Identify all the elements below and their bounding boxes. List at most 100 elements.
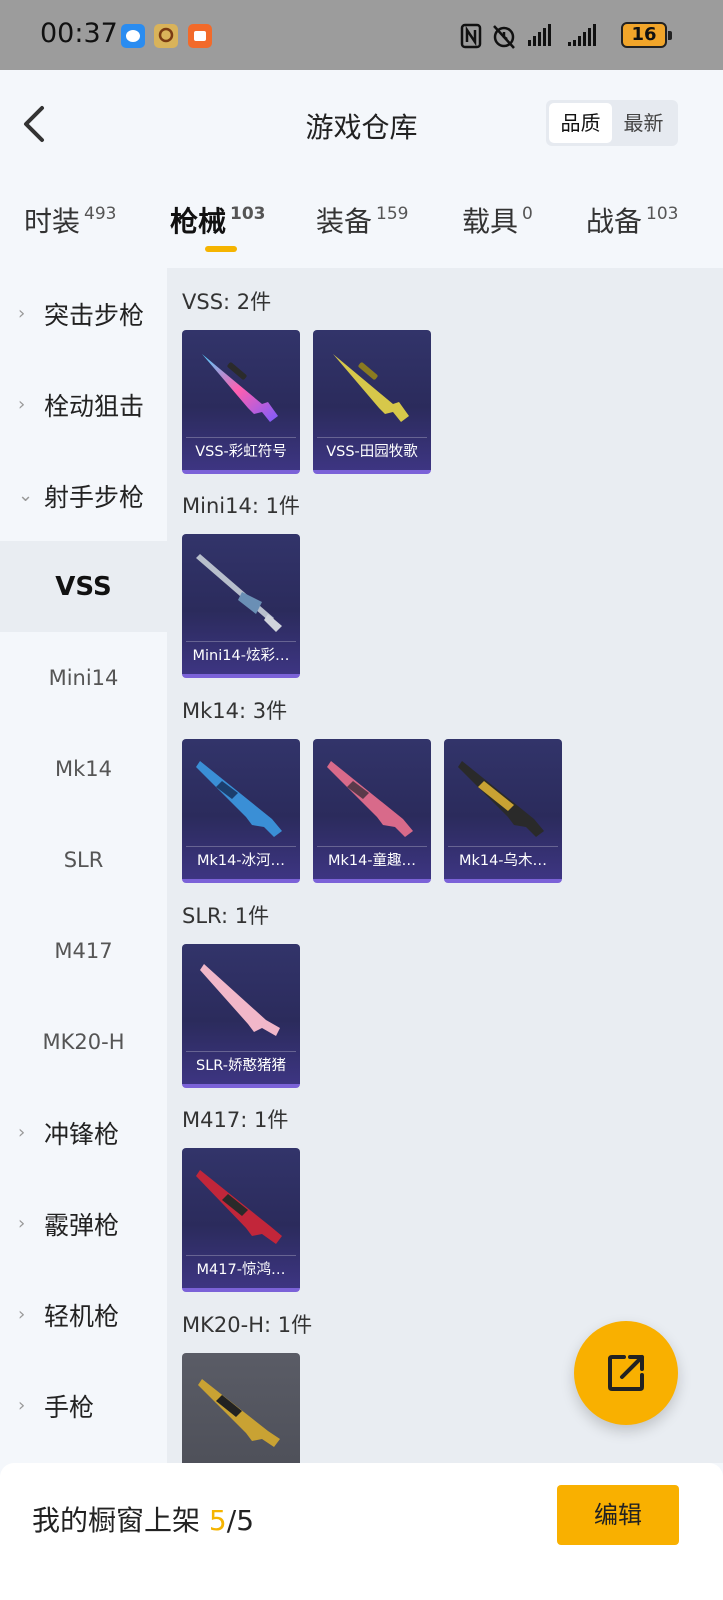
group-title-mk20h: MK20-H: 1件 bbox=[182, 1313, 313, 1337]
tab-count: 0 bbox=[522, 204, 533, 224]
sidebar-category-label: 手枪 bbox=[44, 1392, 95, 1422]
battery-indicator: 16 bbox=[621, 22, 672, 48]
sidebar-category-assault-rifle[interactable]: › 突击步枪 bbox=[0, 268, 167, 359]
rifle-icon bbox=[333, 354, 409, 422]
sidebar-category-marksman-rifle[interactable]: ⌄ 射手步枪 bbox=[0, 450, 167, 541]
tab-equipment[interactable]: 装备 159 bbox=[316, 200, 408, 240]
group-title-m417: M417: 1件 bbox=[182, 1108, 289, 1132]
chevron-right-icon: › bbox=[18, 303, 26, 324]
sort-toggle: 品质 最新 bbox=[546, 100, 678, 146]
tab-label: 枪械 bbox=[170, 205, 227, 238]
skin-card[interactable] bbox=[182, 1353, 300, 1463]
inventory-content: VSS: 2件 VSS-彩虹符号 VSS-田园牧歌 Mini14: 1件 Min… bbox=[167, 268, 723, 1463]
sidebar-item-mini14[interactable]: Mini14 bbox=[0, 632, 167, 723]
sidebar-category-label: 轻机枪 bbox=[44, 1301, 120, 1331]
sidebar-category-label: 冲锋枪 bbox=[44, 1119, 120, 1149]
skin-card[interactable]: VSS-彩虹符号 bbox=[182, 330, 300, 474]
tab-vehicles[interactable]: 载具 0 bbox=[462, 200, 533, 240]
sidebar-category-pistol[interactable]: › 手枪 bbox=[0, 1360, 167, 1451]
sidebar-category-lmg[interactable]: › 轻机枪 bbox=[0, 1269, 167, 1360]
signal-icon bbox=[528, 24, 551, 46]
skin-card[interactable]: VSS-田园牧歌 bbox=[313, 330, 431, 474]
skin-name: SLR-娇憨猪猪 bbox=[186, 1051, 296, 1079]
skin-name: Mk14-童趣… bbox=[317, 846, 427, 874]
skin-name: Mk14-冰河… bbox=[186, 846, 296, 874]
skin-card[interactable]: Mini14-炫彩… bbox=[182, 534, 300, 678]
skin-card[interactable]: M417-惊鸿… bbox=[182, 1148, 300, 1292]
showcase-count-total: 5 bbox=[236, 1504, 255, 1537]
sort-option-latest[interactable]: 最新 bbox=[612, 103, 675, 143]
share-external-icon bbox=[608, 1355, 644, 1391]
skin-name: Mk14-乌木… bbox=[448, 846, 558, 874]
sidebar-item-mk20h[interactable]: MK20-H bbox=[0, 996, 167, 1087]
tab-count: 493 bbox=[84, 204, 117, 224]
sidebar-item-mk14[interactable]: Mk14 bbox=[0, 723, 167, 814]
sidebar-category-label: 射手步枪 bbox=[44, 482, 145, 512]
chevron-right-icon: › bbox=[18, 1395, 26, 1416]
sort-option-quality[interactable]: 品质 bbox=[549, 103, 612, 143]
group-title-mk14: Mk14: 3件 bbox=[182, 699, 288, 723]
tab-active-indicator bbox=[205, 246, 237, 252]
showcase-count-current: 5 bbox=[208, 1504, 227, 1537]
skin-name: VSS-彩虹符号 bbox=[186, 437, 296, 465]
sidebar-item-slr[interactable]: SLR bbox=[0, 814, 167, 905]
share-button[interactable] bbox=[574, 1321, 678, 1425]
chevron-right-icon: › bbox=[18, 1213, 26, 1234]
rifle-icon bbox=[198, 1379, 280, 1447]
skin-name: Mini14-炫彩… bbox=[186, 641, 296, 669]
sidebar-item-m417[interactable]: M417 bbox=[0, 905, 167, 996]
sidebar: › 突击步枪 › 栓动狙击 ⌄ 射手步枪 VSS Mini14 Mk14 SLR M4… bbox=[0, 268, 167, 1463]
tab-label: 时装 bbox=[24, 205, 81, 238]
skin-name: M417-惊鸿… bbox=[186, 1255, 296, 1283]
signal-icon bbox=[568, 24, 596, 46]
group-title-mini14: Mini14: 1件 bbox=[182, 494, 300, 518]
group-title-vss: VSS: 2件 bbox=[182, 290, 272, 314]
tab-costume[interactable]: 时装 493 bbox=[24, 200, 116, 240]
category-tabs: 时装 493 枪械 103 装备 159 载具 0 战备 103 bbox=[0, 180, 723, 268]
rifle-icon bbox=[196, 1170, 282, 1244]
skin-card[interactable]: SLR-娇憨猪猪 bbox=[182, 944, 300, 1088]
alarm-icon bbox=[490, 22, 518, 54]
status-time: 00:37 bbox=[40, 18, 118, 49]
rifle-icon bbox=[196, 554, 282, 632]
header: 游戏仓库 品质 最新 bbox=[0, 70, 723, 180]
tab-label: 载具 bbox=[462, 205, 519, 238]
tab-count: 159 bbox=[376, 204, 409, 224]
rifle-icon bbox=[200, 964, 280, 1036]
skin-name: VSS-田园牧歌 bbox=[317, 437, 427, 465]
sidebar-category-bolt-sniper[interactable]: › 栓动狙击 bbox=[0, 359, 167, 450]
rifle-icon bbox=[196, 761, 282, 837]
game-app-icon bbox=[154, 24, 178, 48]
chat-app-icon bbox=[121, 24, 145, 48]
chevron-right-icon: › bbox=[18, 394, 26, 415]
orange-app-icon bbox=[188, 24, 212, 48]
chevron-right-icon: › bbox=[18, 1122, 26, 1143]
group-title-slr: SLR: 1件 bbox=[182, 904, 270, 928]
showcase-bar: 我的橱窗上架 5/5 编辑 bbox=[0, 1463, 723, 1600]
sidebar-category-label: 栓动狙击 bbox=[44, 391, 145, 421]
showcase-status: 我的橱窗上架 5/5 bbox=[32, 1499, 254, 1539]
sidebar-category-label: 霰弹枪 bbox=[44, 1210, 120, 1240]
skin-card[interactable]: Mk14-乌木… bbox=[444, 739, 562, 883]
rifle-icon bbox=[327, 761, 413, 837]
tab-gear[interactable]: 战备 103 bbox=[586, 200, 678, 240]
sidebar-category-shotgun[interactable]: › 霰弹枪 bbox=[0, 1178, 167, 1269]
tab-label: 装备 bbox=[316, 205, 373, 238]
status-bar: 00:37 16 bbox=[0, 0, 723, 70]
chevron-down-icon: ⌄ bbox=[18, 485, 34, 506]
tab-count: 103 bbox=[646, 204, 679, 224]
sidebar-item-vss[interactable]: VSS bbox=[0, 541, 167, 632]
sidebar-category-label: 突击步枪 bbox=[44, 300, 145, 330]
nfc-icon bbox=[460, 23, 482, 53]
rifle-icon bbox=[458, 761, 544, 837]
edit-button[interactable]: 编辑 bbox=[557, 1485, 679, 1545]
showcase-count-separator: / bbox=[226, 1504, 237, 1537]
skin-card[interactable]: Mk14-冰河… bbox=[182, 739, 300, 883]
tab-firearms[interactable]: 枪械 103 bbox=[170, 200, 266, 240]
showcase-label: 我的橱窗上架 bbox=[32, 1504, 201, 1537]
tab-label: 战备 bbox=[586, 205, 643, 238]
rifle-icon bbox=[202, 354, 278, 422]
skin-card[interactable]: Mk14-童趣… bbox=[313, 739, 431, 883]
tab-count: 103 bbox=[230, 204, 266, 224]
sidebar-category-smg[interactable]: › 冲锋枪 bbox=[0, 1087, 167, 1178]
